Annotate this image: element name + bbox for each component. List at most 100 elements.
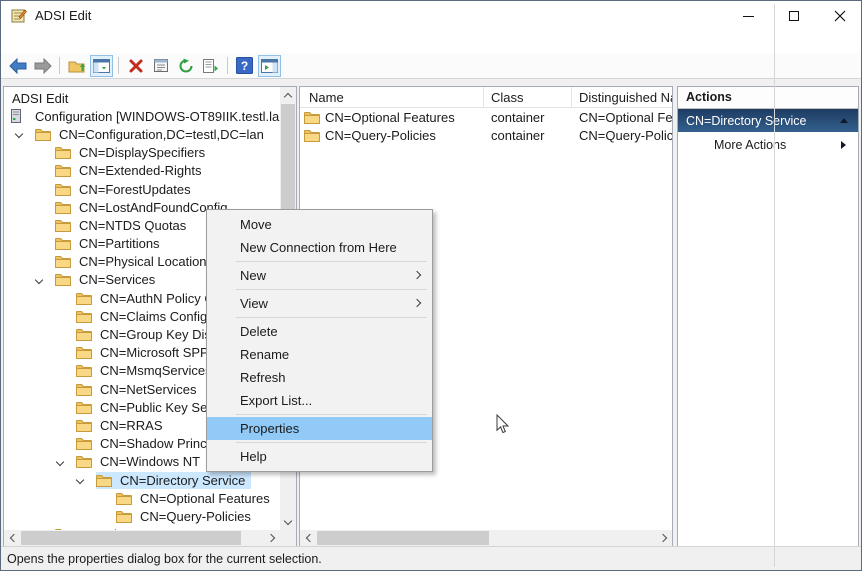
maximize-button[interactable]	[771, 1, 817, 31]
close-button[interactable]	[817, 1, 862, 31]
context-menu-item[interactable]: Export List...	[207, 389, 432, 412]
folder-icon	[55, 201, 71, 214]
tree-item-icon	[76, 310, 97, 323]
context-menu-item[interactable]: Properties	[207, 417, 432, 440]
context-menu-item[interactable]: New Connection from Here	[207, 236, 432, 259]
tree-item-icon	[55, 183, 76, 196]
actions-group-header[interactable]: CN=Directory Service	[678, 109, 858, 132]
tree-item[interactable]: CN=Query-Policies	[4, 507, 280, 525]
tree-item[interactable]: CN=Directory Service	[4, 471, 280, 489]
menu-bar-item[interactable]	[58, 31, 76, 53]
refresh-button[interactable]	[174, 55, 197, 77]
tree-item-icon	[11, 109, 32, 123]
tree-item-icon	[76, 292, 97, 305]
tree-item-label: CN=Windows NT	[97, 454, 203, 469]
tree-item[interactable]: Configuration [WINDOWS-OT89IIK.testl.lan…	[4, 107, 280, 125]
more-actions-item[interactable]: More Actions	[678, 132, 858, 158]
folder-icon	[76, 292, 92, 305]
tree-item-icon	[55, 237, 76, 250]
export-list-icon	[202, 58, 219, 74]
collapse-icon[interactable]	[840, 118, 848, 123]
chevron-down-icon[interactable]	[76, 476, 84, 484]
properties-icon	[153, 58, 169, 73]
tree-item-label: CN=Extended-Rights	[76, 163, 204, 178]
menu-bar-item[interactable]	[22, 31, 40, 53]
list-item-dn: CN=Optional Fea	[572, 110, 672, 125]
context-menu-item[interactable]: Delete	[207, 320, 432, 343]
context-menu-item[interactable]: View	[207, 292, 432, 315]
tree-item-label: CN=RRAS	[97, 418, 166, 433]
scroll-right-button[interactable]	[264, 530, 280, 546]
scrollbar-thumb[interactable]	[21, 531, 241, 545]
scroll-down-button[interactable]	[280, 514, 296, 530]
folder-icon	[55, 237, 71, 250]
back-button[interactable]	[6, 55, 29, 77]
svg-text:?: ?	[241, 59, 248, 73]
tree-item[interactable]: CN=DisplaySpecifiers	[4, 144, 280, 162]
delete-button[interactable]	[124, 55, 147, 77]
list-item-class: container	[484, 128, 572, 143]
tree-item-icon	[76, 383, 97, 396]
console-tree-icon	[93, 59, 110, 73]
up-one-level-button[interactable]	[65, 55, 88, 77]
context-menu-item[interactable]: New	[207, 264, 432, 287]
actions-panel-title: Actions	[678, 87, 858, 109]
tree-item-icon	[55, 255, 76, 268]
folder-icon	[76, 310, 92, 323]
folder-icon	[76, 364, 92, 377]
tree-item-icon	[116, 492, 137, 505]
minimize-button[interactable]	[725, 1, 771, 31]
scroll-right-button[interactable]	[656, 530, 672, 546]
folder-icon	[76, 437, 92, 450]
chevron-down-icon[interactable]	[35, 276, 43, 284]
scroll-left-button[interactable]	[4, 530, 20, 546]
chevron-down-icon[interactable]	[15, 130, 23, 138]
list-item[interactable]: CN=Optional Features container CN=Option…	[300, 108, 672, 127]
scrollbar-thumb[interactable]	[317, 531, 489, 545]
list-header: Name Class Distinguished Na	[300, 87, 672, 108]
adsi-edit-window: { "window": { "title": "ADSI Edit" }, "m…	[0, 0, 862, 571]
forward-icon	[34, 58, 52, 74]
folder-icon	[55, 255, 71, 268]
scroll-up-button[interactable]	[280, 87, 296, 103]
context-menu-item[interactable]: Help	[207, 445, 432, 468]
menu-bar-item[interactable]	[40, 31, 58, 53]
folder-icon	[55, 164, 71, 177]
title-bar: ADSI Edit	[1, 1, 861, 31]
column-header-class[interactable]: Class	[484, 87, 572, 107]
refresh-icon	[178, 58, 194, 74]
column-header-name[interactable]: Name	[300, 87, 484, 107]
tree-item[interactable]: CN=Optional Features	[4, 489, 280, 507]
tree-item-icon	[76, 401, 97, 414]
tree-item-label: ADSI Edit	[9, 91, 71, 106]
status-text: Opens the properties dialog box for the …	[7, 552, 322, 566]
submenu-arrow-icon	[413, 271, 421, 279]
export-list-button[interactable]	[199, 55, 222, 77]
tree-horizontal-scrollbar[interactable]	[4, 530, 280, 546]
tree-item[interactable]: ADSI Edit	[4, 89, 280, 107]
forward-button[interactable]	[31, 55, 54, 77]
toolbar-separator	[227, 57, 228, 74]
tree-item[interactable]: CN=Configuration,DC=testl,DC=lan	[4, 125, 280, 143]
scroll-left-button[interactable]	[300, 530, 316, 546]
context-menu-item[interactable]: Move	[207, 213, 432, 236]
show-console-tree-button[interactable]	[90, 55, 113, 77]
folder-icon	[76, 383, 92, 396]
help-button[interactable]: ?	[233, 55, 256, 77]
context-menu-item[interactable]: Rename	[207, 343, 432, 366]
column-header-distinguished-name[interactable]: Distinguished Na	[572, 87, 672, 107]
status-bar-divider	[774, 4, 775, 567]
show-action-pane-button[interactable]	[258, 55, 281, 77]
context-menu-item[interactable]: Refresh	[207, 366, 432, 389]
list-item[interactable]: CN=Query-Policies container CN=Query-Pol…	[300, 127, 672, 146]
tree-item[interactable]: CN=Extended-Rights	[4, 162, 280, 180]
properties-button[interactable]	[149, 55, 172, 77]
actions-panel: Actions CN=Directory Service More Action…	[677, 86, 859, 547]
tree-item-icon	[76, 328, 97, 341]
more-actions-label: More Actions	[714, 138, 786, 152]
menu-bar-item[interactable]	[4, 31, 22, 53]
list-horizontal-scrollbar[interactable]	[300, 530, 672, 546]
chevron-down-icon[interactable]	[56, 458, 64, 466]
tree-item-label: CN=Query-Policies	[137, 509, 254, 524]
tree-item[interactable]: CN=ForestUpdates	[4, 180, 280, 198]
